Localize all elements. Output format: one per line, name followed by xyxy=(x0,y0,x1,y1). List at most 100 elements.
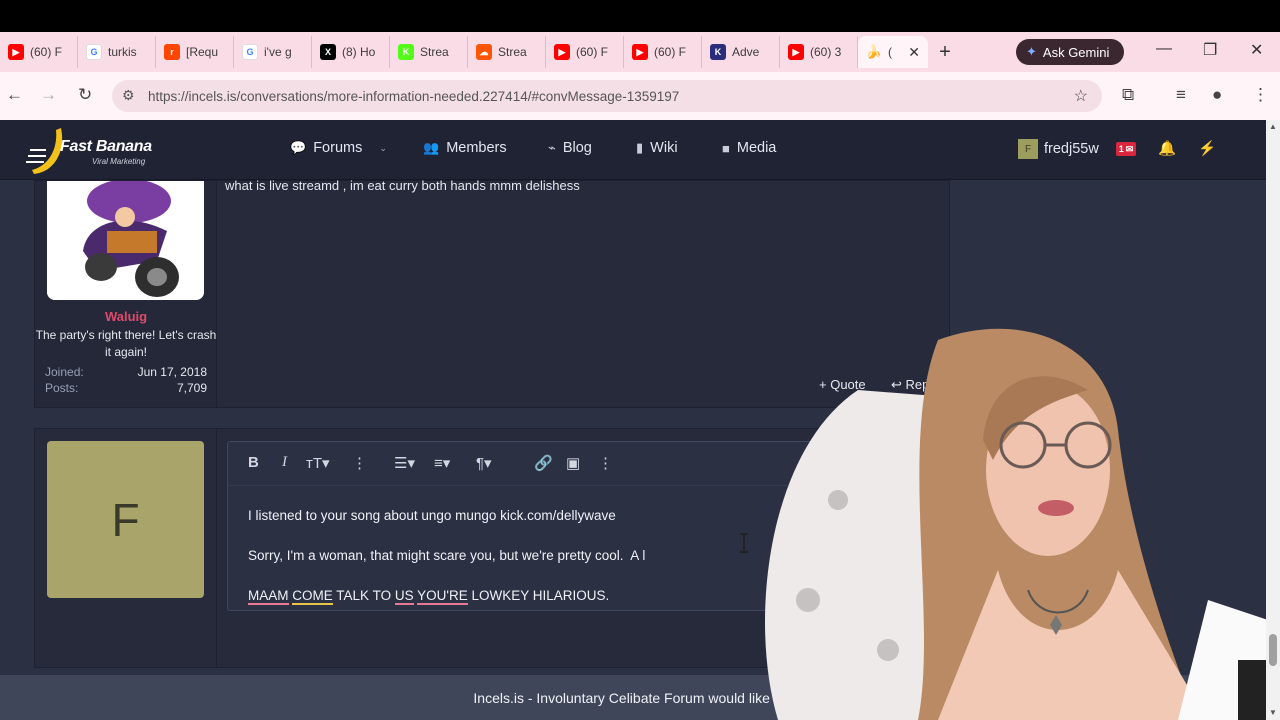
browser-toolbar: ← → ↻ ⚙ https://incels.is/conversations/… xyxy=(0,72,1280,120)
word: YOU'RE xyxy=(417,588,468,605)
reply-user-cell: F xyxy=(35,429,217,667)
extensions-icon[interactable]: ⧉ xyxy=(1122,85,1134,105)
tab-favicon-icon: G xyxy=(86,44,102,60)
chat-icon: 💬 xyxy=(290,140,307,155)
more-vertical-icon[interactable]: ⋮ xyxy=(598,454,613,472)
list-icon[interactable]: ☰▾ xyxy=(394,454,415,472)
tab-title: (60) 3 xyxy=(810,45,842,59)
tab-favicon-icon: ▶ xyxy=(788,44,804,60)
message-body: what is live streamd , im eat curry both… xyxy=(225,178,580,193)
tab[interactable]: X (8) Ho xyxy=(312,36,390,68)
tab-list: ▶ (60) F Gturkis r [Requ Gi've g X (8) Ho K Strea… xyxy=(0,32,858,72)
bookmark-star-icon[interactable]: ☆ xyxy=(1074,86,1088,106)
tab[interactable]: ▶ (60) F xyxy=(546,36,624,68)
site-logo[interactable]: Fast Banana Viral Marketing xyxy=(26,126,176,176)
posts-label: Posts: xyxy=(45,381,79,395)
ask-gemini-label: Ask Gemini xyxy=(1042,44,1110,60)
tab-active[interactable]: 🍌 ( ✕ xyxy=(858,36,928,68)
word: TO xyxy=(372,588,392,603)
menu-icon[interactable]: ⋮ xyxy=(1252,85,1269,105)
logo-text: Fast Banana xyxy=(60,138,152,155)
rss-icon: ⌁ xyxy=(548,140,556,155)
close-window-icon[interactable]: ✕ xyxy=(1250,40,1263,60)
editor-content[interactable]: I listened to your song about ungo mungo… xyxy=(248,496,645,616)
editor-line-2: Sorry, I'm a woman, that might scare you… xyxy=(248,548,646,563)
user-menu[interactable]: F fredj55w xyxy=(1018,139,1099,159)
tab[interactable]: ▶ (60) F xyxy=(0,36,78,68)
webcam-overlay xyxy=(738,320,1268,720)
tab[interactable]: r [Requ xyxy=(156,36,234,68)
tab-title: (60) F xyxy=(654,45,687,59)
bell-icon[interactable]: 🔔 xyxy=(1158,140,1176,157)
page-scrollbar[interactable]: ▲ ▼ xyxy=(1266,120,1280,720)
media-control-icon[interactable]: ≡ xyxy=(1176,85,1186,105)
minimize-icon[interactable]: — xyxy=(1156,40,1172,58)
bolt-icon[interactable]: ⚡ xyxy=(1198,140,1216,157)
joined-label: Joined: xyxy=(45,365,84,379)
editor-line-3: MAAM COME TALK TO US YOU'RE LOWKEY HILAR… xyxy=(248,576,645,616)
url-text: https://incels.is/conversations/more-inf… xyxy=(148,88,680,104)
new-tab-button[interactable]: + xyxy=(928,41,962,64)
conversations-badge[interactable]: 1 ✉ xyxy=(1116,142,1136,156)
tab-strip: ▶ (60) F Gturkis r [Requ Gi've g X (8) Ho K Strea… xyxy=(0,32,1280,72)
tab-favicon-icon: G xyxy=(242,44,258,60)
author-name[interactable]: Waluig xyxy=(35,309,217,324)
address-bar[interactable]: ⚙ https://incels.is/conversations/more-i… xyxy=(112,80,1102,112)
posts-stat: Posts: 7,709 xyxy=(45,381,207,395)
logo-subtitle: Viral Marketing xyxy=(92,157,146,166)
tab-title: (60) F xyxy=(30,45,63,59)
tab[interactable]: K Strea xyxy=(390,36,468,68)
back-icon[interactable]: ← xyxy=(6,85,23,105)
more-vertical-icon[interactable]: ⋮ xyxy=(352,454,367,472)
nav-wiki-label: Wiki xyxy=(650,140,678,156)
tab[interactable]: Gturkis xyxy=(78,36,156,68)
tab-favicon-icon: K xyxy=(398,44,414,60)
text-size-icon[interactable]: тT▾ xyxy=(306,454,330,472)
reload-icon[interactable]: ↻ xyxy=(78,85,92,105)
badge-count: 1 xyxy=(1118,144,1124,154)
tab[interactable]: K Adve xyxy=(702,36,780,68)
gemini-star-icon: ✦ xyxy=(1026,44,1037,59)
tab-title: Strea xyxy=(498,45,527,59)
nav-media[interactable]: ■ Media xyxy=(722,140,776,156)
tab-favicon-icon: X xyxy=(320,44,336,60)
kart-avatar-icon xyxy=(47,181,204,300)
tab-title: Strea xyxy=(420,45,449,59)
camera-icon: ■ xyxy=(722,140,730,156)
tab-favicon-icon: ▶ xyxy=(632,44,648,60)
site-info-icon[interactable]: ⚙ xyxy=(122,87,135,104)
word: LOWKEY xyxy=(471,588,530,603)
image-icon[interactable]: ▣ xyxy=(566,454,580,472)
scrollbar-thumb[interactable] xyxy=(1269,634,1277,666)
bold-icon[interactable]: B xyxy=(248,454,259,471)
banana-icon: 🍌 xyxy=(865,44,883,59)
word: COME xyxy=(292,588,333,605)
link-icon[interactable]: 🔗 xyxy=(534,454,553,472)
nav-wiki[interactable]: ▮ Wiki xyxy=(636,140,678,156)
joined-value: Jun 17, 2018 xyxy=(137,365,207,379)
restore-icon[interactable]: ❐ xyxy=(1203,40,1217,60)
italic-icon[interactable]: I xyxy=(282,454,287,471)
tab[interactable]: Gi've g xyxy=(234,36,312,68)
forward-icon[interactable]: → xyxy=(40,85,57,105)
nav-members[interactable]: 👥 Members xyxy=(423,140,507,156)
reply-avatar: F xyxy=(47,441,204,598)
envelope-icon: ✉ xyxy=(1125,143,1134,154)
tab-title: turkis xyxy=(108,45,137,59)
tab[interactable]: ☁ Strea xyxy=(468,36,546,68)
chevron-down-icon[interactable]: ⌄ xyxy=(379,143,387,154)
author-avatar[interactable] xyxy=(47,181,204,300)
ask-gemini-button[interactable]: ✦ Ask Gemini xyxy=(1016,39,1124,65)
close-tab-icon[interactable]: ✕ xyxy=(908,44,920,61)
align-icon[interactable]: ≡▾ xyxy=(434,454,450,472)
paragraph-icon[interactable]: ¶▾ xyxy=(476,454,492,472)
scroll-up-icon[interactable]: ▲ xyxy=(1269,122,1277,131)
scroll-down-icon[interactable]: ▼ xyxy=(1269,708,1277,717)
nav-blog[interactable]: ⌁ Blog xyxy=(548,140,592,156)
tab-favicon-icon: r xyxy=(164,44,180,60)
tab[interactable]: ▶ (60) F xyxy=(624,36,702,68)
tab-favicon-icon: K xyxy=(710,44,726,60)
tab[interactable]: ▶ (60) 3 xyxy=(780,36,858,68)
nav-forums[interactable]: 💬 Forums ⌄ xyxy=(290,140,387,156)
profile-icon[interactable]: ● xyxy=(1212,85,1222,105)
